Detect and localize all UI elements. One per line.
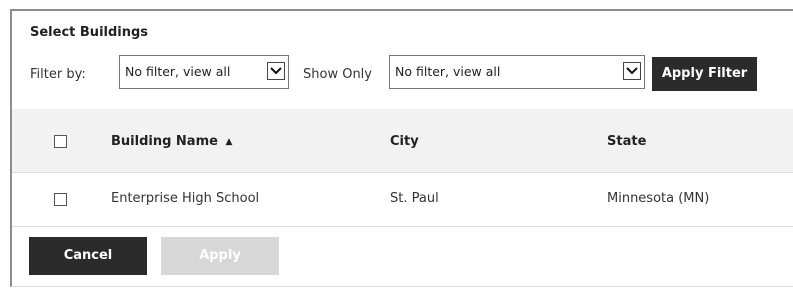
cancel-button[interactable]: Cancel: [29, 237, 147, 275]
chevron-down-icon[interactable]: [267, 62, 285, 80]
apply-button[interactable]: Apply: [161, 237, 279, 275]
row-checkbox[interactable]: [54, 193, 67, 206]
filter-by-select[interactable]: No filter, view all: [119, 55, 289, 89]
select-all-checkbox[interactable]: [54, 135, 67, 148]
filter-by-label: Filter by:: [30, 67, 86, 82]
filter-by-selected-value: No filter, view all: [125, 64, 231, 79]
sort-ascending-icon: ▲: [225, 137, 233, 147]
cell-state: Minnesota (MN): [607, 191, 710, 206]
apply-filter-button[interactable]: Apply Filter: [652, 57, 757, 91]
table-row[interactable]: Enterprise High School St. Paul Minnesot…: [12, 173, 793, 227]
show-only-label: Show Only: [303, 67, 372, 82]
select-buildings-panel: Select Buildings Filter by: No filter, v…: [10, 9, 793, 287]
show-only-selected-value: No filter, view all: [395, 64, 501, 79]
show-only-select[interactable]: No filter, view all: [389, 55, 645, 89]
column-header-building-name[interactable]: Building Name ▲: [111, 134, 232, 149]
column-header-city[interactable]: City: [390, 134, 419, 149]
column-header-state[interactable]: State: [607, 134, 646, 149]
cell-building-name: Enterprise High School: [111, 191, 260, 206]
cell-city: St. Paul: [390, 191, 439, 206]
column-header-label: Building Name: [111, 134, 218, 149]
chevron-down-icon[interactable]: [623, 62, 641, 80]
dialog-title: Select Buildings: [30, 25, 149, 40]
table-header-row: Building Name ▲ City State: [12, 109, 793, 173]
